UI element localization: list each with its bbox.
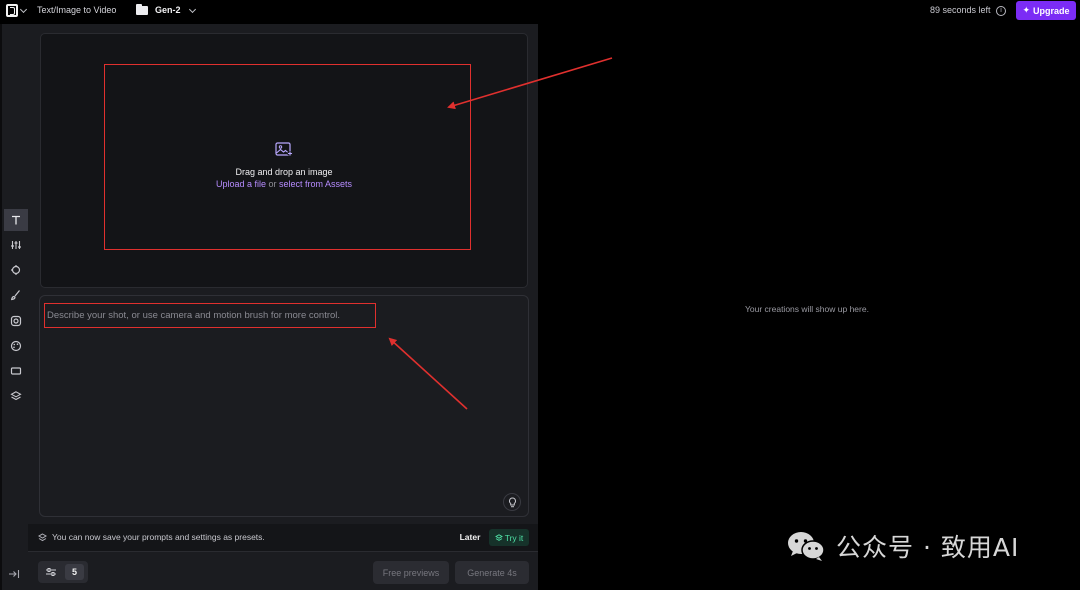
prompt-ideas-button[interactable] (503, 493, 521, 511)
action-bar: 5 Free previews Generate 4s (28, 551, 538, 590)
dropzone-links: Upload a file or select from Assets (41, 178, 527, 191)
layers-icon (38, 533, 47, 542)
image-dropzone[interactable]: Drag and drop an image Upload a file or … (40, 33, 528, 288)
sparkle-icon: ✦ (1022, 5, 1031, 15)
generation-settings-button[interactable]: 5 (38, 561, 88, 583)
dropzone-content: Drag and drop an image Upload a file or … (41, 142, 527, 191)
chevron-down-icon[interactable] (19, 5, 28, 14)
folder-icon (136, 4, 148, 15)
upgrade-button[interactable]: ✦ Upgrade (1016, 1, 1076, 20)
free-previews-button[interactable]: Free previews (373, 561, 449, 584)
rail-aspect-ratio[interactable] (4, 360, 28, 382)
empty-output-message: Your creations will show up here. (745, 304, 869, 314)
dropzone-or-text: or (266, 179, 280, 189)
upload-file-link[interactable]: Upload a file (216, 179, 266, 189)
rail-style[interactable] (4, 335, 28, 357)
rail-text-mode[interactable] (4, 209, 28, 231)
aspect-ratio-icon (10, 367, 22, 375)
settings-count-badge: 5 (65, 564, 84, 580)
watermark-text: 公众号 · 致用AI (836, 533, 1020, 562)
presets-banner: You can now save your prompts and settin… (28, 524, 538, 551)
wechat-logo-icon (788, 532, 825, 561)
generate-button[interactable]: Generate 4s (455, 561, 529, 584)
collapse-panel-button[interactable] (8, 566, 22, 578)
credits-time-left: 89 seconds left (930, 5, 991, 15)
rail-settings[interactable] (4, 310, 28, 332)
brush-icon (10, 290, 20, 301)
top-bar: Text/Image to Video Gen-2 89 seconds lef… (0, 0, 1080, 24)
sliders-icon (46, 568, 56, 576)
upgrade-label: Upgrade (1033, 5, 1070, 16)
generation-panel: Drag and drop an image Upload a file or … (28, 24, 538, 590)
image-upload-icon (275, 142, 293, 156)
project-name[interactable]: Gen-2 (155, 5, 181, 15)
wechat-watermark: 公众号 · 致用AI (786, 528, 1019, 564)
rail-camera[interactable] (4, 259, 28, 281)
runway-logo-icon[interactable] (6, 4, 18, 17)
prompt-box[interactable] (39, 295, 529, 517)
presets-message: You can now save your prompts and settin… (52, 532, 265, 542)
collapse-panel-icon (9, 570, 20, 578)
text-t-icon (12, 215, 20, 225)
rail-motion-brush[interactable] (4, 284, 28, 306)
try-it-button[interactable]: Try it (489, 529, 529, 546)
palette-icon (10, 340, 22, 352)
layers-icon (494, 533, 503, 541)
layers-icon (10, 391, 22, 401)
gear-icon (10, 315, 22, 327)
prompt-input[interactable] (47, 305, 517, 325)
sliders-icon (11, 241, 21, 249)
tool-rail (0, 24, 28, 590)
info-icon[interactable]: i (996, 6, 1006, 16)
select-from-assets-link[interactable]: select from Assets (279, 179, 352, 189)
chevron-down-icon[interactable] (188, 5, 197, 14)
dropzone-title: Drag and drop an image (235, 167, 333, 177)
lightbulb-icon (508, 496, 516, 507)
try-it-label: Try it (504, 532, 524, 543)
rail-sliders[interactable] (4, 234, 28, 256)
rail-layers[interactable] (4, 385, 28, 407)
later-button[interactable]: Later (456, 530, 484, 545)
app-mode-title[interactable]: Text/Image to Video (37, 5, 116, 15)
camera-control-icon (11, 265, 21, 275)
